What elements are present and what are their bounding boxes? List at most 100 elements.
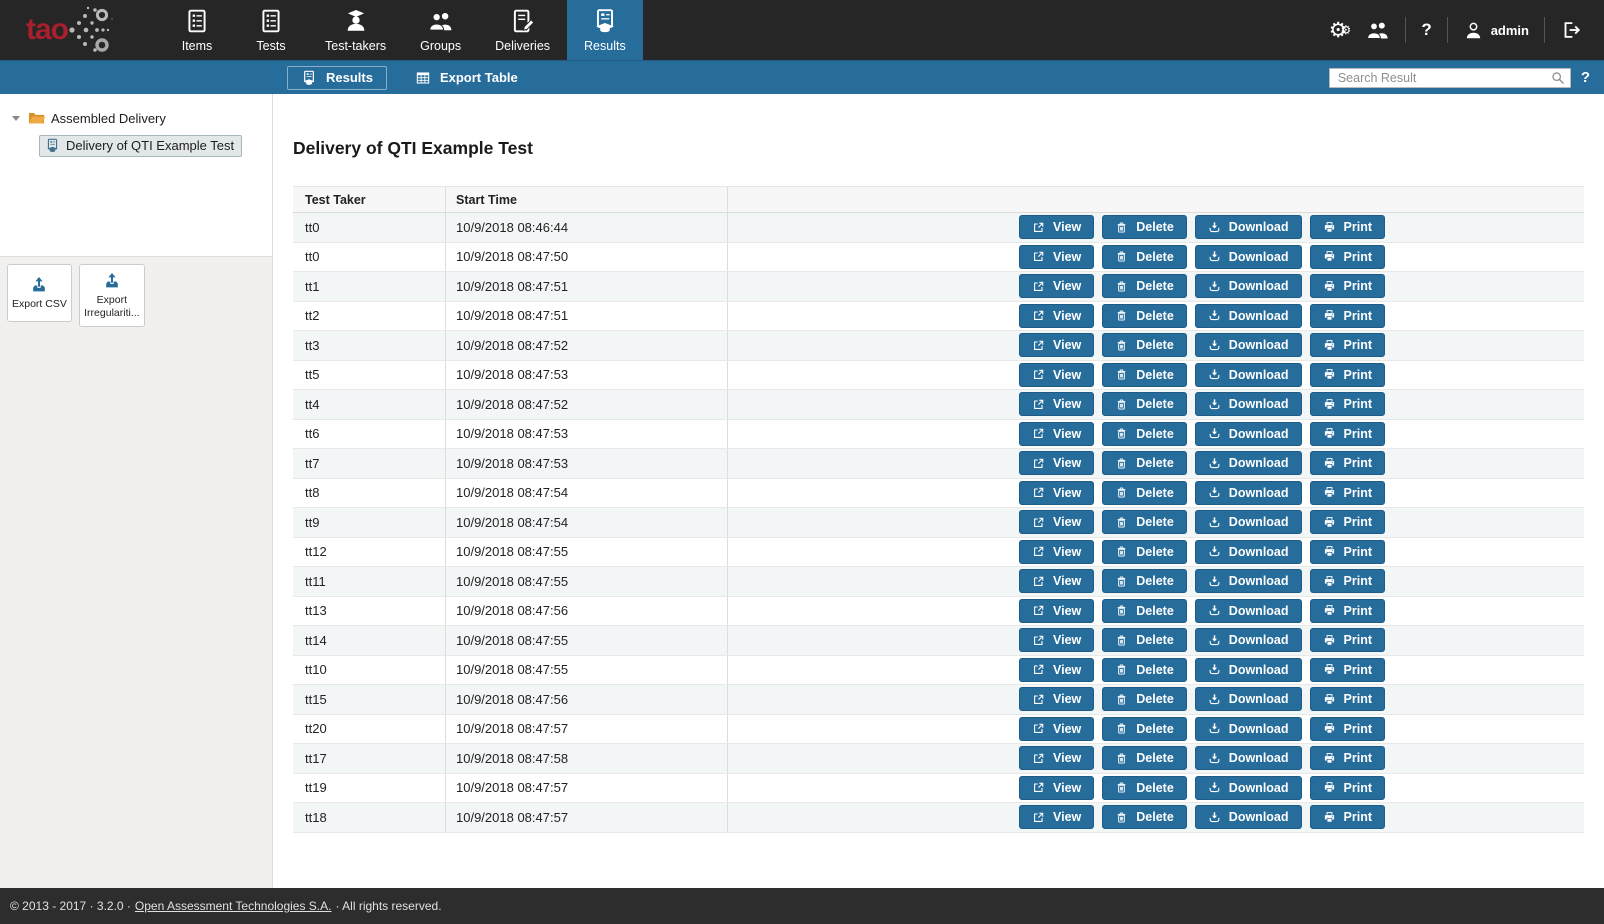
print-button[interactable]: Print: [1310, 274, 1385, 298]
delete-button[interactable]: Delete: [1102, 540, 1187, 564]
print-button[interactable]: Print: [1310, 422, 1385, 446]
view-button[interactable]: View: [1019, 687, 1094, 711]
print-button[interactable]: Print: [1310, 687, 1385, 711]
delete-button[interactable]: Delete: [1102, 481, 1187, 505]
view-button[interactable]: View: [1019, 569, 1094, 593]
search-help-button[interactable]: ?: [1581, 69, 1590, 86]
print-button[interactable]: Print: [1310, 628, 1385, 652]
download-button[interactable]: Download: [1195, 481, 1302, 505]
delete-button[interactable]: Delete: [1102, 451, 1187, 475]
view-button[interactable]: View: [1019, 746, 1094, 770]
view-button[interactable]: View: [1019, 776, 1094, 800]
print-button[interactable]: Print: [1310, 392, 1385, 416]
delete-button[interactable]: Delete: [1102, 776, 1187, 800]
nav-item-results[interactable]: Results: [567, 0, 643, 60]
download-button[interactable]: Download: [1195, 776, 1302, 800]
print-button[interactable]: Print: [1310, 717, 1385, 741]
download-button[interactable]: Download: [1195, 805, 1302, 829]
view-button[interactable]: View: [1019, 363, 1094, 387]
download-button[interactable]: Download: [1195, 599, 1302, 623]
view-button[interactable]: View: [1019, 274, 1094, 298]
delete-button[interactable]: Delete: [1102, 274, 1187, 298]
download-button[interactable]: Download: [1195, 274, 1302, 298]
logout-button[interactable]: [1560, 19, 1582, 41]
view-button[interactable]: View: [1019, 717, 1094, 741]
user-management-button[interactable]: [1366, 18, 1390, 42]
delete-button[interactable]: Delete: [1102, 422, 1187, 446]
delete-button[interactable]: Delete: [1102, 805, 1187, 829]
view-button[interactable]: View: [1019, 451, 1094, 475]
view-button[interactable]: View: [1019, 392, 1094, 416]
view-button[interactable]: View: [1019, 510, 1094, 534]
view-button[interactable]: View: [1019, 333, 1094, 357]
download-button[interactable]: Download: [1195, 628, 1302, 652]
delete-button[interactable]: Delete: [1102, 599, 1187, 623]
print-button[interactable]: Print: [1310, 746, 1385, 770]
view-button[interactable]: View: [1019, 658, 1094, 682]
search-icon[interactable]: [1550, 70, 1566, 86]
help-button[interactable]: ?: [1421, 20, 1431, 40]
chevron-down-icon[interactable]: [12, 116, 20, 121]
print-button[interactable]: Print: [1310, 245, 1385, 269]
download-button[interactable]: Download: [1195, 215, 1302, 239]
delete-button[interactable]: Delete: [1102, 215, 1187, 239]
nav-item-deliveries[interactable]: Deliveries: [478, 0, 567, 60]
print-button[interactable]: Print: [1310, 510, 1385, 534]
download-button[interactable]: Download: [1195, 569, 1302, 593]
delete-button[interactable]: Delete: [1102, 392, 1187, 416]
view-button[interactable]: View: [1019, 304, 1094, 328]
tao-logo[interactable]: tao: [26, 0, 138, 60]
export-csv-button[interactable]: Export CSV: [7, 264, 72, 322]
download-button[interactable]: Download: [1195, 658, 1302, 682]
download-button[interactable]: Download: [1195, 392, 1302, 416]
search-input[interactable]: [1329, 68, 1571, 88]
results-tab-button[interactable]: Results: [287, 66, 387, 90]
view-button[interactable]: View: [1019, 422, 1094, 446]
download-button[interactable]: Download: [1195, 333, 1302, 357]
delete-button[interactable]: Delete: [1102, 687, 1187, 711]
export-table-button[interactable]: Export Table: [401, 66, 532, 90]
view-button[interactable]: View: [1019, 215, 1094, 239]
delete-button[interactable]: Delete: [1102, 717, 1187, 741]
export-irregularities-button[interactable]: Export Irregulariti...: [79, 264, 145, 327]
print-button[interactable]: Print: [1310, 658, 1385, 682]
download-button[interactable]: Download: [1195, 510, 1302, 534]
download-button[interactable]: Download: [1195, 304, 1302, 328]
print-button[interactable]: Print: [1310, 805, 1385, 829]
download-button[interactable]: Download: [1195, 451, 1302, 475]
print-button[interactable]: Print: [1310, 599, 1385, 623]
download-button[interactable]: Download: [1195, 746, 1302, 770]
delete-button[interactable]: Delete: [1102, 510, 1187, 534]
user-account-menu[interactable]: admin: [1463, 20, 1529, 41]
delete-button[interactable]: Delete: [1102, 628, 1187, 652]
view-button[interactable]: View: [1019, 805, 1094, 829]
tree-node-assembled-delivery[interactable]: Assembled Delivery: [12, 109, 262, 128]
print-button[interactable]: Print: [1310, 215, 1385, 239]
print-button[interactable]: Print: [1310, 333, 1385, 357]
view-button[interactable]: View: [1019, 540, 1094, 564]
download-button[interactable]: Download: [1195, 687, 1302, 711]
view-button[interactable]: View: [1019, 245, 1094, 269]
view-button[interactable]: View: [1019, 599, 1094, 623]
nav-item-test-takers[interactable]: Test-takers: [308, 0, 403, 60]
view-button[interactable]: View: [1019, 628, 1094, 652]
nav-item-items[interactable]: Items: [160, 0, 234, 60]
view-button[interactable]: View: [1019, 481, 1094, 505]
nav-item-groups[interactable]: Groups: [403, 0, 478, 60]
delete-button[interactable]: Delete: [1102, 746, 1187, 770]
delete-button[interactable]: Delete: [1102, 304, 1187, 328]
delete-button[interactable]: Delete: [1102, 569, 1187, 593]
print-button[interactable]: Print: [1310, 363, 1385, 387]
download-button[interactable]: Download: [1195, 245, 1302, 269]
print-button[interactable]: Print: [1310, 304, 1385, 328]
settings-button[interactable]: ⚙⚙: [1329, 20, 1352, 41]
delete-button[interactable]: Delete: [1102, 245, 1187, 269]
download-button[interactable]: Download: [1195, 363, 1302, 387]
print-button[interactable]: Print: [1310, 569, 1385, 593]
delete-button[interactable]: Delete: [1102, 658, 1187, 682]
print-button[interactable]: Print: [1310, 481, 1385, 505]
download-button[interactable]: Download: [1195, 540, 1302, 564]
print-button[interactable]: Print: [1310, 451, 1385, 475]
print-button[interactable]: Print: [1310, 776, 1385, 800]
print-button[interactable]: Print: [1310, 540, 1385, 564]
